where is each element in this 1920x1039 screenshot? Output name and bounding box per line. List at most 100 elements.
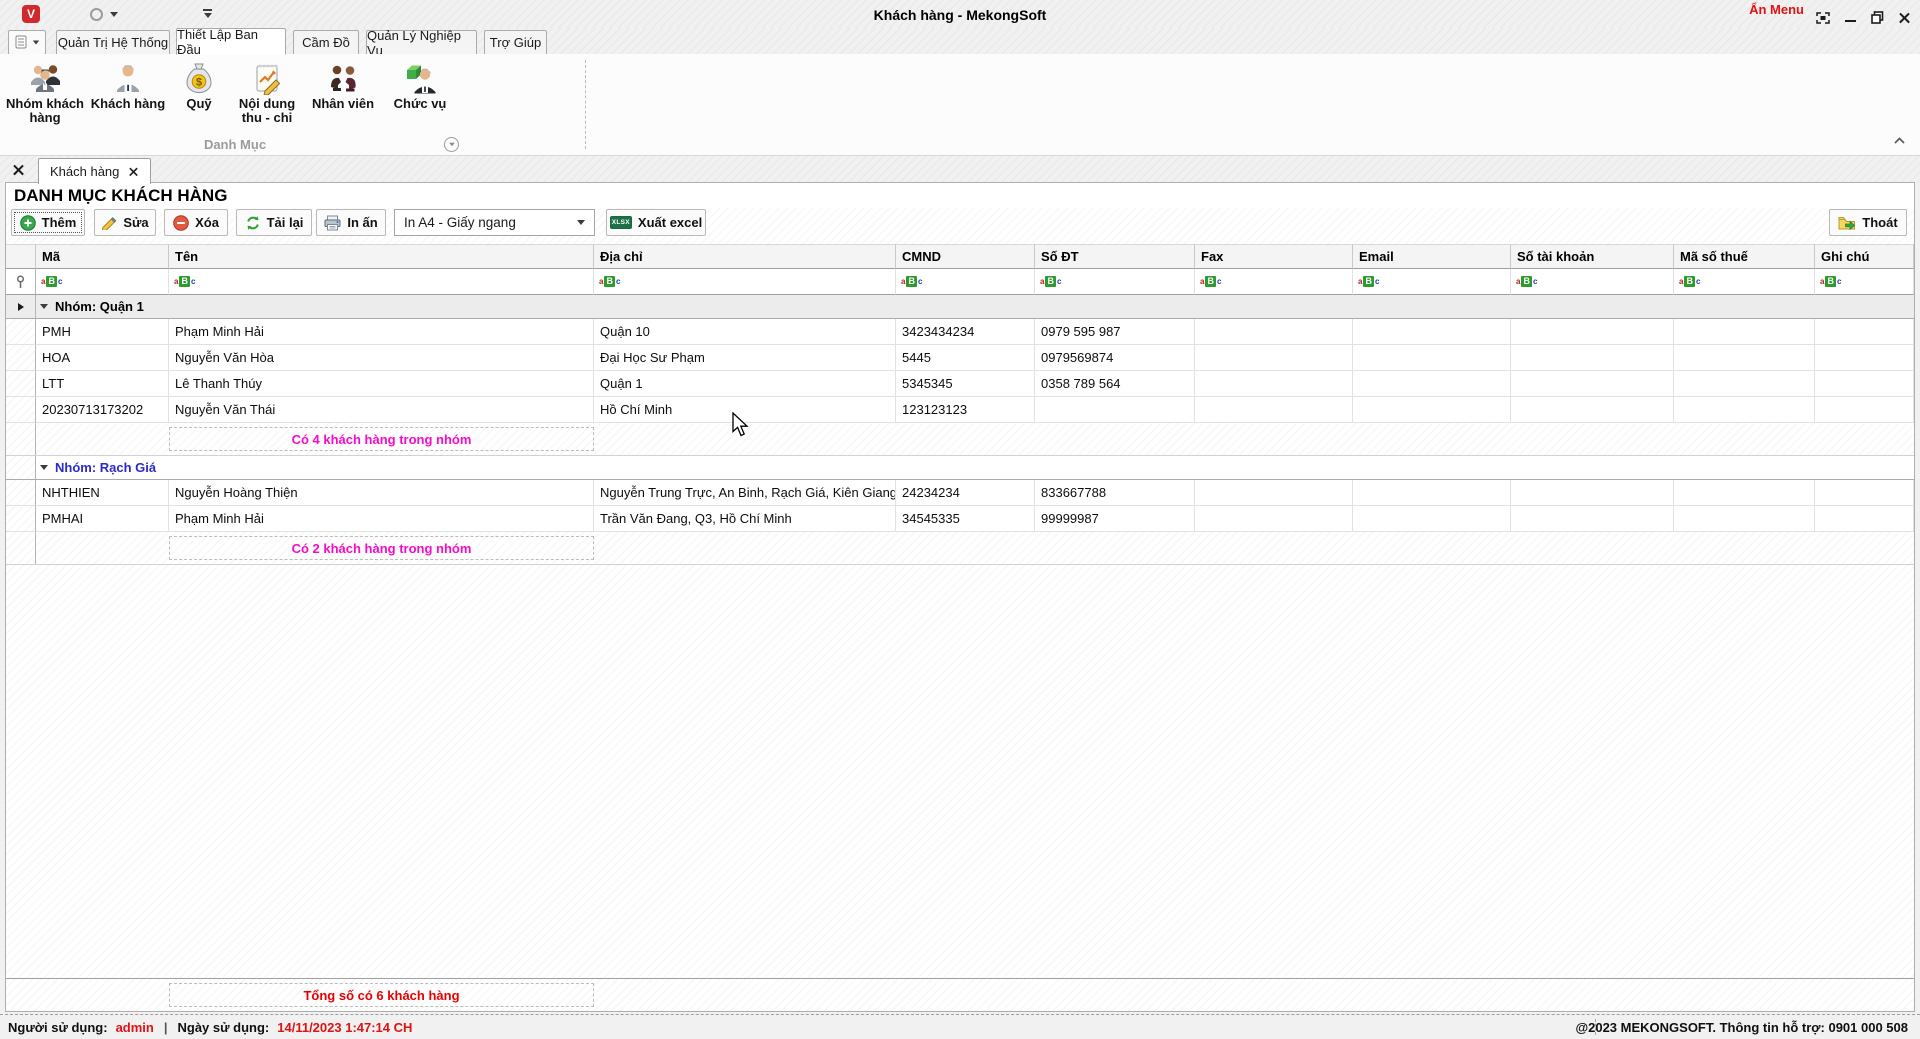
cell-dia-chi[interactable]: Nguyễn Trung Trực, An Binh, Rạch Giá, Ki… <box>594 480 896 506</box>
delete-button[interactable]: Xóa <box>164 209 228 236</box>
print-button[interactable]: In ấn <box>316 209 386 236</box>
filter-cell-so-dt[interactable]: aBc <box>1035 269 1195 295</box>
cell-dia-chi[interactable]: Trần Văn Đang, Q3, Hồ Chí Minh <box>594 506 896 532</box>
cell-fax[interactable] <box>1195 480 1353 506</box>
cell-email[interactable] <box>1353 371 1511 397</box>
cell-cmnd[interactable]: 3423434234 <box>896 319 1035 345</box>
column-header-email[interactable]: Email <box>1353 244 1511 269</box>
exit-button[interactable]: Thoát <box>1829 209 1907 236</box>
cell-ghi-chu[interactable] <box>1815 371 1914 397</box>
column-header-ma[interactable]: Mã <box>36 244 169 269</box>
cell-so-dt[interactable] <box>1035 397 1195 423</box>
cell-ten[interactable]: Nguyễn Văn Thái <box>169 397 594 423</box>
cell-fax[interactable] <box>1195 319 1353 345</box>
cell-ten[interactable]: Nguyễn Văn Hòa <box>169 345 594 371</box>
cell-cmnd[interactable]: 24234234 <box>896 480 1035 506</box>
cell-ma-so-thue[interactable] <box>1674 506 1815 532</box>
ribbon-collapse-button[interactable] <box>1893 132 1906 150</box>
ribbon-tab-quan-tri-he-thong[interactable]: Quản Trị Hệ Thống <box>56 30 170 55</box>
column-header-dia-chi[interactable]: Địa chỉ <box>594 244 896 269</box>
reload-button[interactable]: Tải lại <box>236 209 312 236</box>
cell-dia-chi[interactable]: Quận 1 <box>594 371 896 397</box>
ribbon-tab-cam-do[interactable]: Cầm Đồ <box>293 30 359 55</box>
cell-ma[interactable]: LTT <box>36 371 169 397</box>
export-excel-button[interactable]: XLSX Xuất excel <box>606 209 706 236</box>
column-header-fax[interactable]: Fax <box>1195 244 1353 269</box>
cell-so-dt[interactable]: 833667788 <box>1035 480 1195 506</box>
column-header-cmnd[interactable]: CMND <box>896 244 1035 269</box>
tab-close-icon[interactable] <box>130 167 139 176</box>
filter-cell-fax[interactable]: aBc <box>1195 269 1353 295</box>
cell-cmnd[interactable]: 5445 <box>896 345 1035 371</box>
filter-cell-ma-so-thue[interactable]: aBc <box>1674 269 1815 295</box>
cell-dia-chi[interactable]: Quận 10 <box>594 319 896 345</box>
cell-ma-so-thue[interactable] <box>1674 480 1815 506</box>
filter-cell-email[interactable]: aBc <box>1353 269 1511 295</box>
cell-ma[interactable]: PMHAI <box>36 506 169 532</box>
ribbon-item-noi-dung-thu-chi[interactable]: Nội dung thu - chi <box>227 60 307 125</box>
restore-button[interactable] <box>1871 11 1884 24</box>
cell-so-dt[interactable]: 0358 789 564 <box>1035 371 1195 397</box>
collapse-group-icon[interactable] <box>40 465 48 470</box>
add-button[interactable]: Thêm <box>11 209 85 236</box>
ribbon-item-chuc-vu[interactable]: Chức vụ <box>380 60 460 111</box>
cell-ma-so-thue[interactable] <box>1674 371 1815 397</box>
cell-so-tai-khoan[interactable] <box>1511 480 1674 506</box>
cell-so-tai-khoan[interactable] <box>1511 345 1674 371</box>
cell-so-tai-khoan[interactable] <box>1511 319 1674 345</box>
collapse-group-icon[interactable] <box>40 304 48 309</box>
table-row[interactable]: LTT Lê Thanh Thúy Quận 1 5345345 0358 78… <box>6 371 1914 397</box>
cell-cmnd[interactable]: 123123123 <box>896 397 1035 423</box>
cell-email[interactable] <box>1353 319 1511 345</box>
cell-so-tai-khoan[interactable] <box>1511 371 1674 397</box>
cell-ma-so-thue[interactable] <box>1674 319 1815 345</box>
table-row[interactable]: PMHAI Phạm Minh Hải Trần Văn Đang, Q3, H… <box>6 506 1914 532</box>
column-header-so-dt[interactable]: Số ĐT <box>1035 244 1195 269</box>
cell-fax[interactable] <box>1195 397 1353 423</box>
close-all-tabs-button[interactable] <box>13 162 24 180</box>
cell-ghi-chu[interactable] <box>1815 480 1914 506</box>
cell-fax[interactable] <box>1195 371 1353 397</box>
cell-ten[interactable]: Phạm Minh Hải <box>169 506 594 532</box>
ribbon-item-nhom-khach-hang[interactable]: Nhóm khách hàng <box>5 60 85 125</box>
cell-ten[interactable]: Nguyễn Hoàng Thiện <box>169 480 594 506</box>
cell-ghi-chu[interactable] <box>1815 345 1914 371</box>
cell-dia-chi[interactable]: Đại Học Sư Phạm <box>594 345 896 371</box>
edit-button[interactable]: Sửa <box>94 209 156 236</box>
document-tab-khach-hang[interactable]: Khách hàng <box>38 158 151 184</box>
column-header-ma-so-thue[interactable]: Mã số thuế <box>1674 244 1815 269</box>
ribbon-menu-button[interactable] <box>8 30 46 55</box>
fullscreen-button[interactable] <box>1816 12 1830 24</box>
cell-email[interactable] <box>1353 345 1511 371</box>
column-header-ghi-chu[interactable]: Ghi chú <box>1815 244 1914 269</box>
cell-so-tai-khoan[interactable] <box>1511 506 1674 532</box>
minimize-button[interactable] <box>1845 14 1856 22</box>
cell-ghi-chu[interactable] <box>1815 506 1914 532</box>
cell-email[interactable] <box>1353 506 1511 532</box>
cell-so-dt[interactable]: 0979 595 987 <box>1035 319 1195 345</box>
cell-fax[interactable] <box>1195 506 1353 532</box>
cell-ten[interactable]: Lê Thanh Thúy <box>169 371 594 397</box>
cell-ma-so-thue[interactable] <box>1674 397 1815 423</box>
ribbon-item-nhan-vien[interactable]: Nhân viên <box>303 60 383 111</box>
close-button[interactable] <box>1899 12 1910 23</box>
cell-ma[interactable]: NHTHIEN <box>36 480 169 506</box>
cell-ma-so-thue[interactable] <box>1674 345 1815 371</box>
cell-ghi-chu[interactable] <box>1815 319 1914 345</box>
ribbon-item-khach-hang[interactable]: Khách hàng <box>88 60 168 111</box>
ribbon-tab-tro-giup[interactable]: Trợ Giúp <box>484 30 547 55</box>
table-row[interactable]: 20230713173202 Nguyễn Văn Thái Hồ Chí Mi… <box>6 397 1914 423</box>
cell-email[interactable] <box>1353 480 1511 506</box>
filter-cell-ten[interactable]: aBc <box>169 269 594 295</box>
cell-ma[interactable]: 20230713173202 <box>36 397 169 423</box>
cell-cmnd[interactable]: 5345345 <box>896 371 1035 397</box>
cell-fax[interactable] <box>1195 345 1353 371</box>
column-header-so-tai-khoan[interactable]: Số tài khoản <box>1511 244 1674 269</box>
print-format-select[interactable]: In A4 - Giấy ngang <box>394 209 595 236</box>
cell-email[interactable] <box>1353 397 1511 423</box>
hide-menu-link[interactable]: Ẩn Menu <box>1749 2 1804 17</box>
cell-so-dt[interactable]: 0979569874 <box>1035 345 1195 371</box>
cell-so-dt[interactable]: 99999987 <box>1035 506 1195 532</box>
filter-cell-dia-chi[interactable]: aBc <box>594 269 896 295</box>
group-row-rach-gia[interactable]: Nhóm: Rạch Giá <box>6 456 1914 480</box>
